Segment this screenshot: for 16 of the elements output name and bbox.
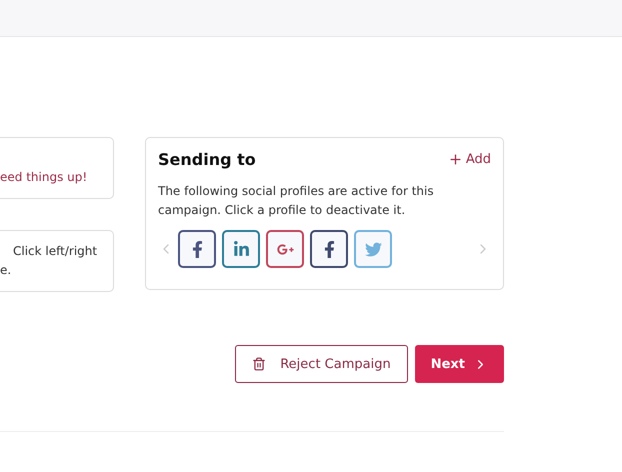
profile-button[interactable] bbox=[222, 230, 260, 268]
reject-button[interactable]: Reject Campaign bbox=[235, 345, 408, 383]
card-text: e. bbox=[0, 262, 12, 279]
linkedin-icon bbox=[232, 240, 250, 258]
profile-button[interactable] bbox=[178, 230, 216, 268]
plus-icon bbox=[448, 152, 463, 167]
card-text: Click left/right bbox=[12, 243, 98, 260]
card-title: Sending to bbox=[158, 150, 256, 169]
card-description: The following social profiles are active for this campaign. Click a profile to deactivate it. bbox=[158, 183, 435, 219]
trash-icon bbox=[252, 357, 266, 371]
add-link[interactable]: Add bbox=[448, 152, 491, 167]
profile-button[interactable] bbox=[310, 230, 348, 268]
profile-button[interactable] bbox=[266, 230, 304, 268]
next-button[interactable]: Next bbox=[414, 345, 504, 383]
twitter-icon bbox=[364, 240, 382, 258]
card-text: eed things up! bbox=[0, 168, 88, 186]
